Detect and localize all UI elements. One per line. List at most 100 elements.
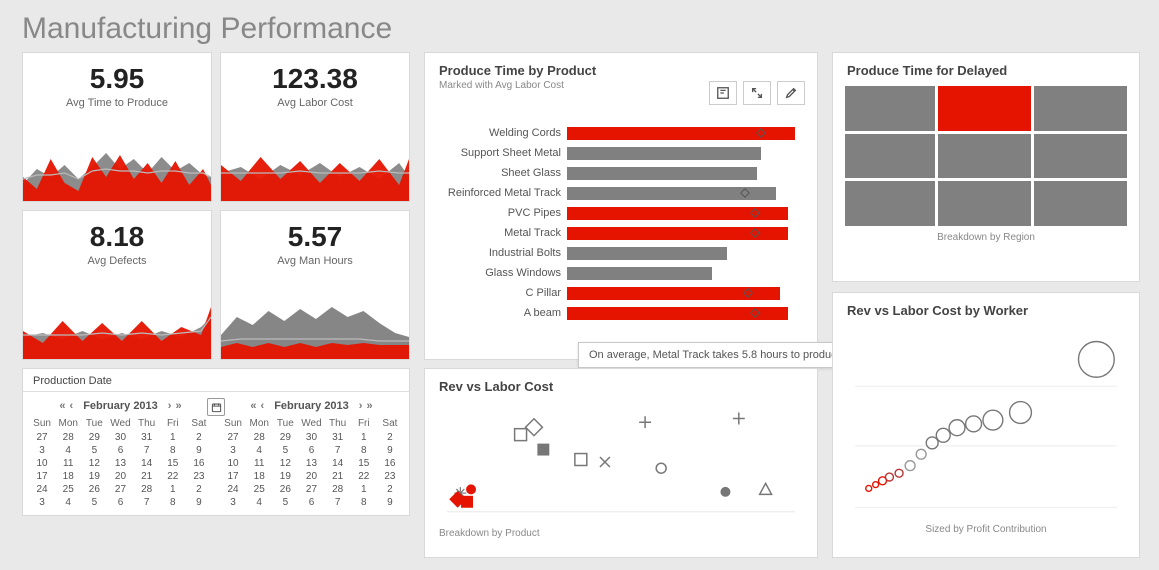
cal-day[interactable]: 8 [160,444,186,457]
cal-day[interactable]: 6 [298,444,324,457]
cal-day[interactable]: 8 [351,444,377,457]
cal-day[interactable]: 28 [325,483,351,496]
cal-day[interactable]: 12 [81,457,107,470]
produce-time-by-product-card[interactable]: Produce Time by Product Marked with Avg … [424,52,818,360]
cal-day[interactable]: 9 [186,444,212,457]
cal-day[interactable]: 2 [186,483,212,496]
bubble-chart[interactable] [845,326,1127,518]
cal-day[interactable]: 2 [377,431,403,444]
bar-row[interactable]: Glass Windows [439,263,803,283]
production-date-picker[interactable]: Production Date « ‹ February 2013 › » Su… [22,368,410,516]
cal-day[interactable]: 25 [246,483,272,496]
cal-day[interactable]: 21 [325,470,351,483]
cal-day[interactable]: 9 [377,496,403,509]
kpi-avg-time-produce[interactable]: 5.95 Avg Time to Produce [22,52,212,202]
bar-row[interactable]: Sheet Glass [439,163,803,183]
cal-day[interactable]: 19 [272,470,298,483]
cal-day[interactable]: 22 [351,470,377,483]
cal-day[interactable]: 6 [107,496,133,509]
bar-row[interactable]: A beam [439,303,803,323]
cal-day[interactable]: 30 [298,431,324,444]
calendar-grid-from[interactable]: SunMonTueWedThuFriSat2728293031123456789… [29,416,212,509]
bar-row[interactable]: PVC Pipes [439,203,803,223]
cal-day[interactable]: 1 [160,483,186,496]
cal-day[interactable]: 5 [272,496,298,509]
cal-day[interactable]: 8 [160,496,186,509]
cal-day[interactable]: 3 [29,496,55,509]
rev-vs-labor-worker-card[interactable]: Rev vs Labor Cost by Worker Sized by Pro… [832,292,1140,558]
bar-row[interactable]: Metal Track [439,223,803,243]
cal-day[interactable]: 24 [29,483,55,496]
cal-day[interactable]: 18 [246,470,272,483]
cal-day[interactable]: 27 [29,431,55,444]
cal-day[interactable]: 4 [246,444,272,457]
cal-day[interactable]: 22 [160,470,186,483]
cal-day[interactable]: 1 [160,431,186,444]
cal-day[interactable]: 29 [272,431,298,444]
bar-row[interactable]: Industrial Bolts [439,243,803,263]
cal-day[interactable]: 10 [220,457,246,470]
cal-day[interactable]: 30 [107,431,133,444]
cal-day[interactable]: 14 [134,457,160,470]
cal-day[interactable]: 31 [325,431,351,444]
kpi-avg-defects[interactable]: 8.18 Avg Defects [22,210,212,360]
cal-day[interactable]: 13 [298,457,324,470]
cal-next-month-icon[interactable]: › [168,400,172,412]
cal-day[interactable]: 16 [186,457,212,470]
cal-day[interactable]: 24 [220,483,246,496]
cal-day[interactable]: 1 [351,431,377,444]
cal-prev-year-icon[interactable]: « [250,400,256,412]
cal-day[interactable]: 7 [134,496,160,509]
cal-day[interactable]: 9 [186,496,212,509]
cal-day[interactable]: 7 [325,444,351,457]
expand-icon[interactable] [743,81,771,105]
cal-day[interactable]: 28 [246,431,272,444]
cal-day[interactable]: 18 [55,470,81,483]
bar-chart[interactable]: Welding CordsSupport Sheet MetalSheet Gl… [425,123,817,323]
cal-day[interactable]: 4 [55,444,81,457]
cal-day[interactable]: 16 [377,457,403,470]
scatter-plot[interactable] [437,402,805,522]
cal-day[interactable]: 11 [246,457,272,470]
cal-day[interactable]: 27 [220,431,246,444]
cal-day[interactable]: 7 [325,496,351,509]
data-tip-button[interactable] [709,81,737,105]
cal-day[interactable]: 31 [134,431,160,444]
cal-day[interactable]: 1 [351,483,377,496]
cal-day[interactable]: 28 [134,483,160,496]
bar-row[interactable]: Reinforced Metal Track [439,183,803,203]
cal-day[interactable]: 2 [377,483,403,496]
cal-day[interactable]: 12 [272,457,298,470]
cal-day[interactable]: 23 [186,470,212,483]
cal-day[interactable]: 17 [220,470,246,483]
cal-day[interactable]: 19 [81,470,107,483]
cal-day[interactable]: 26 [272,483,298,496]
cal-day[interactable]: 29 [81,431,107,444]
cal-day[interactable]: 10 [29,457,55,470]
cal-day[interactable]: 6 [298,496,324,509]
cal-next-year-icon[interactable]: » [175,400,181,412]
cal-day[interactable]: 7 [134,444,160,457]
cal-next-year-icon[interactable]: » [366,400,372,412]
cal-day[interactable]: 4 [55,496,81,509]
edit-icon[interactable] [777,81,805,105]
cal-day[interactable]: 6 [107,444,133,457]
kpi-avg-man-hours[interactable]: 5.57 Avg Man Hours [220,210,410,360]
cal-day[interactable]: 14 [325,457,351,470]
cal-day[interactable]: 15 [351,457,377,470]
cal-day[interactable]: 5 [272,444,298,457]
treemap[interactable] [845,86,1127,226]
cal-day[interactable]: 20 [298,470,324,483]
produce-time-delayed-card[interactable]: Produce Time for Delayed Breakdown by Re… [832,52,1140,282]
cal-day[interactable]: 4 [246,496,272,509]
cal-day[interactable]: 3 [29,444,55,457]
cal-day[interactable]: 5 [81,496,107,509]
cal-day[interactable]: 27 [107,483,133,496]
cal-day[interactable]: 20 [107,470,133,483]
cal-prev-month-icon[interactable]: ‹ [261,400,265,412]
cal-day[interactable]: 8 [351,496,377,509]
bar-row[interactable]: C Pillar [439,283,803,303]
calendar-grid-to[interactable]: SunMonTueWedThuFriSat2728293031123456789… [220,416,403,509]
cal-day[interactable]: 27 [298,483,324,496]
rev-vs-labor-cost-card[interactable]: Rev vs Labor Cost Breakdown by Product [424,368,818,558]
